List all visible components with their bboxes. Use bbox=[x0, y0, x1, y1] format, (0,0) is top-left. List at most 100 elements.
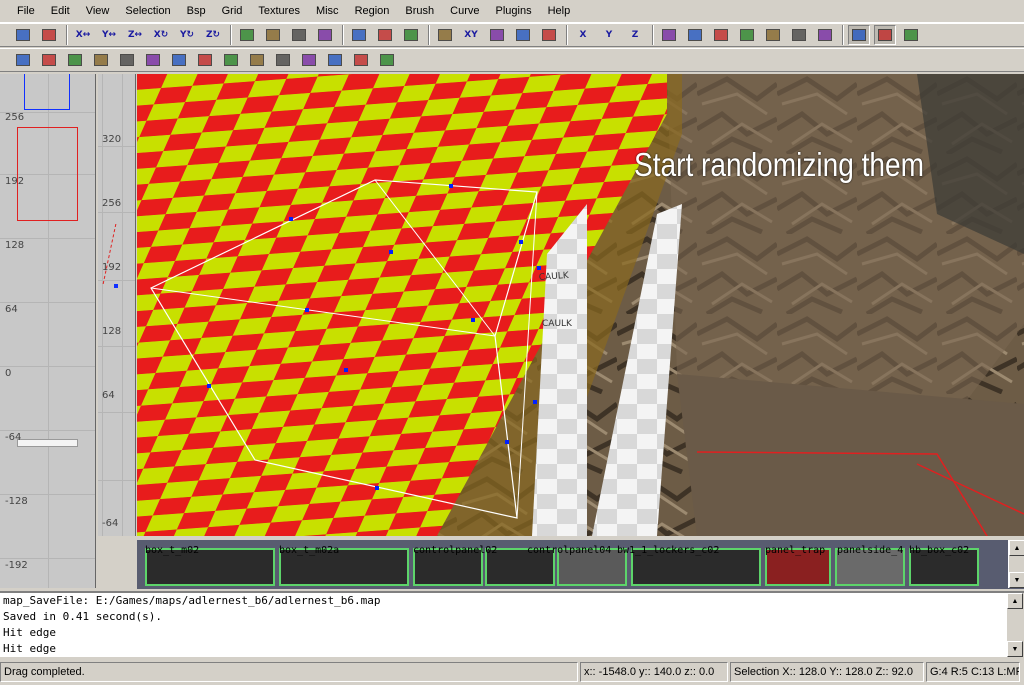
console-line: Hit edge bbox=[3, 642, 56, 655]
menu-help[interactable]: Help bbox=[539, 3, 578, 19]
cube-button[interactable] bbox=[434, 25, 456, 45]
entity-button[interactable] bbox=[814, 25, 836, 45]
menu-plugins[interactable]: Plugins bbox=[487, 3, 539, 19]
selected-brush-outline[interactable] bbox=[24, 74, 70, 110]
rotate-z-button[interactable]: Z↻ bbox=[202, 25, 224, 45]
menu-region[interactable]: Region bbox=[346, 3, 397, 19]
bug-button[interactable] bbox=[246, 50, 268, 70]
patch-wireframe-button[interactable] bbox=[38, 50, 60, 70]
menu-grid[interactable]: Grid bbox=[213, 3, 250, 19]
menu-curve[interactable]: Curve bbox=[441, 3, 486, 19]
scroll-up-icon[interactable]: ▲ bbox=[1007, 593, 1023, 609]
grid-line bbox=[98, 212, 135, 213]
scrollbar-track[interactable] bbox=[1009, 556, 1024, 572]
menu-misc[interactable]: Misc bbox=[307, 3, 346, 19]
camera-preview-button[interactable] bbox=[512, 25, 534, 45]
csg-hollow-icon bbox=[240, 29, 254, 41]
change-view-button[interactable]: XY bbox=[460, 25, 482, 45]
clipper-button[interactable] bbox=[658, 25, 680, 45]
menu-file[interactable]: File bbox=[8, 3, 42, 19]
select-complete-tall-button[interactable] bbox=[400, 25, 422, 45]
view-xy-button[interactable]: X bbox=[572, 25, 594, 45]
flip-y-icon: Y↔ bbox=[101, 29, 117, 40]
save-button[interactable] bbox=[38, 25, 60, 45]
tree-button[interactable] bbox=[220, 50, 242, 70]
menu-selection[interactable]: Selection bbox=[116, 3, 177, 19]
menu-textures[interactable]: Textures bbox=[249, 3, 307, 19]
scrollbar-track[interactable] bbox=[1007, 609, 1024, 641]
camera-3d-view[interactable]: CAULK CAULK Start randomizing them bbox=[137, 74, 1024, 536]
select-inside-button[interactable] bbox=[374, 25, 396, 45]
brush-outline[interactable] bbox=[17, 127, 78, 221]
grid-line bbox=[122, 74, 123, 536]
grid-label-128: 128 bbox=[5, 240, 25, 251]
menu-edit[interactable]: Edit bbox=[42, 3, 77, 19]
patch-insert-button[interactable] bbox=[762, 25, 784, 45]
select-touching-button[interactable] bbox=[348, 25, 370, 45]
menu-bsp[interactable]: Bsp bbox=[178, 3, 213, 19]
csg-subtract-button[interactable] bbox=[262, 25, 284, 45]
scale-lock-button[interactable] bbox=[788, 25, 810, 45]
console-output[interactable]: map_SaveFile: E:/Games/maps/adlernest_b6… bbox=[0, 591, 1024, 657]
tree-icon bbox=[224, 54, 238, 66]
cycle-button[interactable] bbox=[142, 50, 164, 70]
scroll-down-icon[interactable]: ▼ bbox=[1009, 572, 1024, 588]
texture-lock-button[interactable] bbox=[486, 25, 508, 45]
console-scrollbar[interactable]: ▲ ▼ bbox=[1007, 593, 1024, 657]
menu-view[interactable]: View bbox=[77, 3, 117, 19]
rotate-y-button[interactable]: Y↻ bbox=[176, 25, 198, 45]
path-button[interactable] bbox=[376, 50, 398, 70]
select-edge-button[interactable] bbox=[874, 25, 896, 45]
select-tool-button[interactable] bbox=[848, 25, 870, 45]
view-xz-button[interactable]: Z bbox=[624, 25, 646, 45]
brush-tool-button[interactable] bbox=[900, 25, 922, 45]
brush-outline[interactable] bbox=[98, 224, 117, 284]
vertex-handle[interactable] bbox=[114, 284, 118, 288]
mirror-button[interactable] bbox=[324, 50, 346, 70]
refresh-button[interactable] bbox=[538, 25, 560, 45]
csg-merge-button[interactable] bbox=[288, 25, 310, 45]
xy-grid-view[interactable]: 256 192 128 64 0 -64 -128 -192 bbox=[0, 74, 96, 588]
view-xz-icon: Z bbox=[631, 29, 639, 40]
mirror-icon bbox=[328, 54, 342, 66]
texture-scrollbar[interactable]: ▲ ▼ bbox=[1008, 540, 1024, 588]
side-grid-view[interactable]: 320 256 192 128 64 -64 bbox=[98, 74, 136, 536]
octagon-button[interactable] bbox=[168, 50, 190, 70]
open-folder-button[interactable] bbox=[12, 25, 34, 45]
flip-x-button[interactable]: X↔ bbox=[72, 25, 94, 45]
toolbar-separator bbox=[566, 25, 568, 45]
drag-vertex-button[interactable] bbox=[710, 25, 732, 45]
model-button[interactable] bbox=[116, 50, 138, 70]
drag-edge-button[interactable] bbox=[684, 25, 706, 45]
flip-y-button[interactable]: Y↔ bbox=[98, 25, 120, 45]
csg-make-room-button[interactable] bbox=[314, 25, 336, 45]
rotate-x-button[interactable]: X↻ bbox=[150, 25, 172, 45]
patch-bevel-button[interactable] bbox=[64, 50, 86, 70]
secondary-toolbar bbox=[0, 48, 1024, 72]
brush-outline[interactable] bbox=[17, 439, 78, 447]
scroll-down-icon[interactable]: ▼ bbox=[1007, 641, 1023, 657]
drag-vertex-icon bbox=[714, 29, 728, 41]
flip-z-button[interactable]: Z↔ bbox=[124, 25, 146, 45]
scroll-up-icon[interactable]: ▲ bbox=[1009, 540, 1024, 556]
csg-subtract-icon bbox=[266, 29, 280, 41]
patch-bend-button[interactable] bbox=[736, 25, 758, 45]
region-off-icon bbox=[354, 54, 368, 66]
patch-bevel-icon bbox=[68, 54, 82, 66]
grid-label-64: 64 bbox=[102, 390, 115, 401]
patch-endcap-button[interactable] bbox=[90, 50, 112, 70]
csg-hollow-button[interactable] bbox=[236, 25, 258, 45]
texture-fit-button[interactable] bbox=[12, 50, 34, 70]
arrow-down-icon bbox=[276, 54, 290, 66]
grid-line bbox=[98, 480, 135, 481]
flip-horizontal-icon bbox=[302, 54, 316, 66]
grid-line bbox=[98, 146, 135, 147]
shader-button[interactable] bbox=[194, 50, 216, 70]
region-off-button[interactable] bbox=[350, 50, 372, 70]
view-yz-button[interactable]: Y bbox=[598, 25, 620, 45]
texture-browser[interactable]: box_t_m02 box_t_m02a controlpanel02 cont… bbox=[137, 537, 1024, 589]
flip-horizontal-button[interactable] bbox=[298, 50, 320, 70]
arrow-down-button[interactable] bbox=[272, 50, 294, 70]
menu-brush[interactable]: Brush bbox=[396, 3, 441, 19]
patch-bend-icon bbox=[740, 29, 754, 41]
